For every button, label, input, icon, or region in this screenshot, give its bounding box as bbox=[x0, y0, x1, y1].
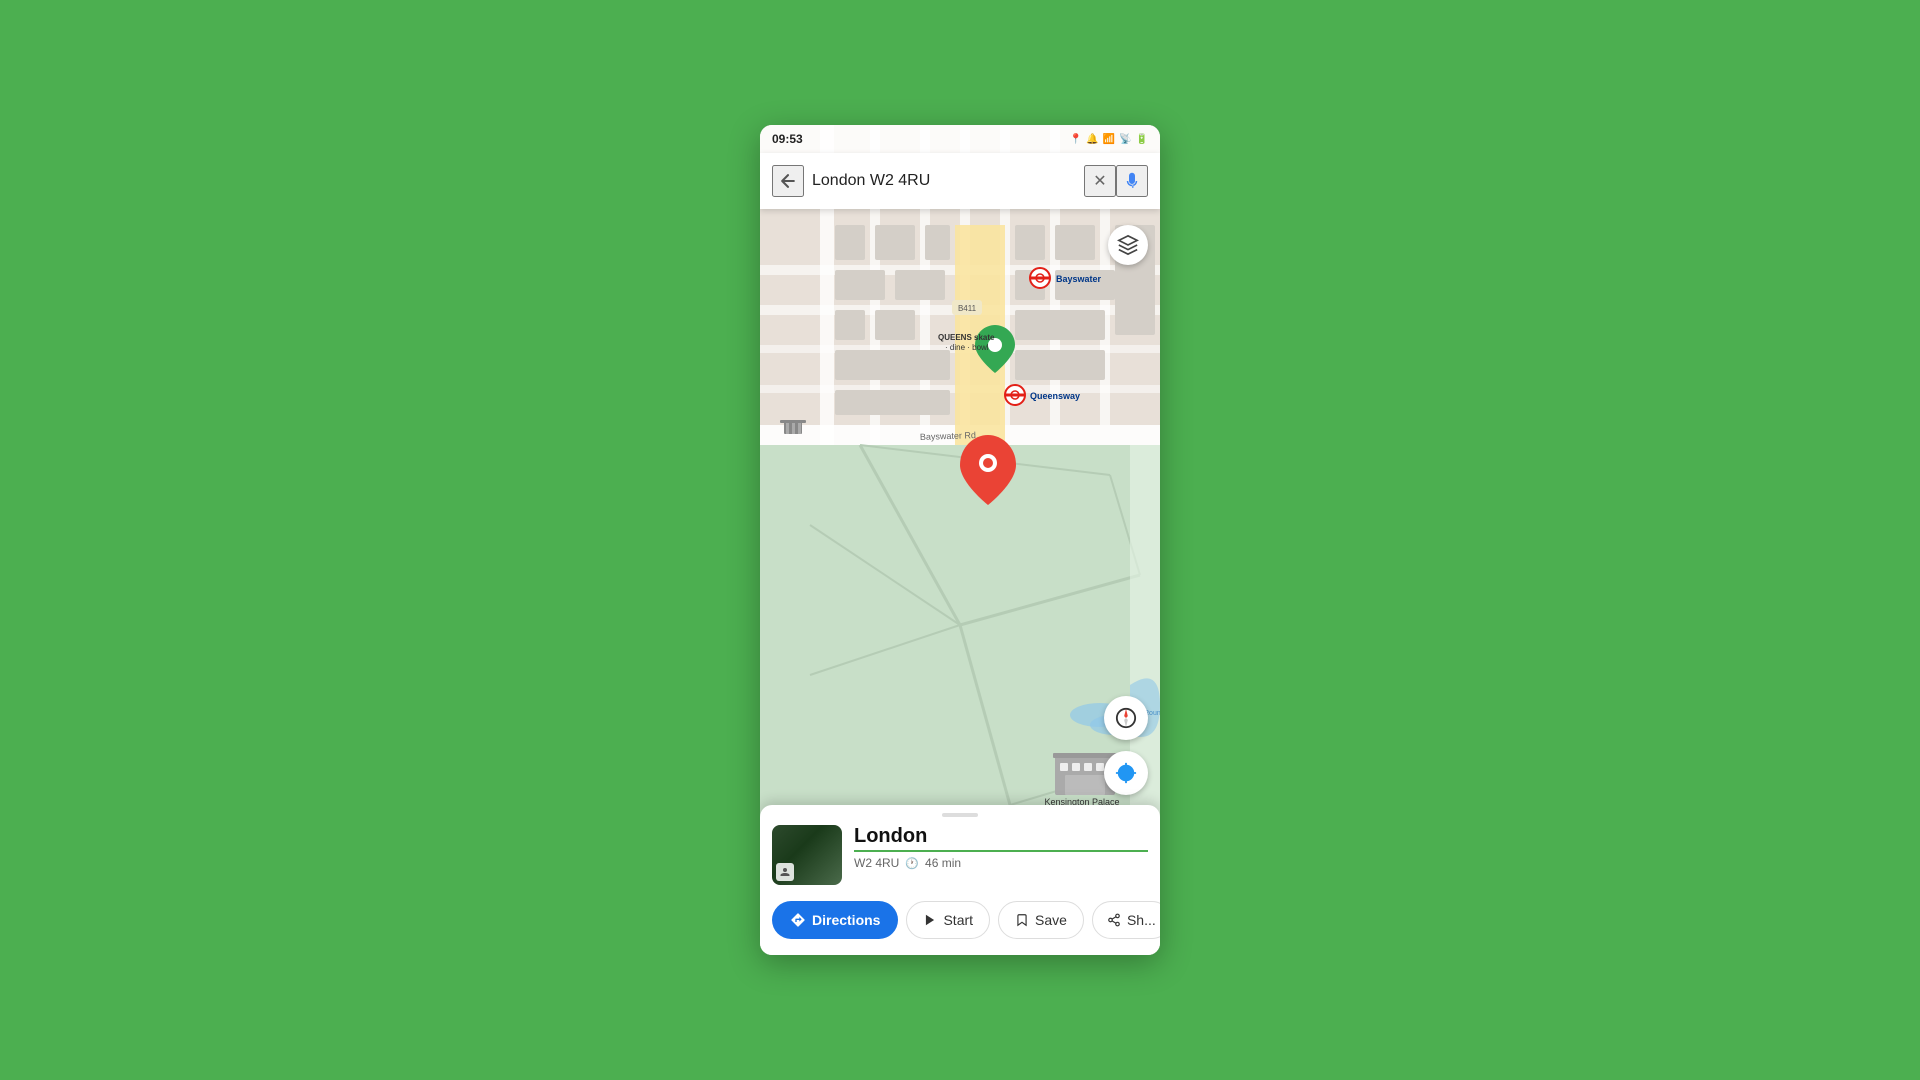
thumbnail-streetview-icon bbox=[776, 863, 794, 881]
compass-button[interactable] bbox=[1104, 696, 1148, 740]
svg-text:Bayswater Rd: Bayswater Rd bbox=[920, 430, 976, 442]
svg-text:QUEENS skate: QUEENS skate bbox=[938, 333, 995, 342]
save-label: Save bbox=[1035, 912, 1067, 928]
save-button[interactable]: Save bbox=[998, 901, 1084, 939]
search-bar: London W2 4RU ✕ bbox=[760, 153, 1160, 209]
place-name: London bbox=[854, 825, 1148, 852]
wifi-status-icon: 📶 bbox=[1103, 134, 1115, 145]
start-label: Start bbox=[943, 912, 973, 928]
share-label: Sh... bbox=[1127, 912, 1156, 928]
place-subtitle: W2 4RU bbox=[854, 856, 899, 870]
volume-status-icon: 🔔 bbox=[1086, 134, 1098, 145]
svg-text:B411: B411 bbox=[958, 304, 977, 313]
start-button[interactable]: Start bbox=[906, 901, 990, 939]
back-button[interactable] bbox=[772, 165, 804, 197]
status-time: 09:53 bbox=[772, 132, 803, 146]
search-query[interactable]: London W2 4RU bbox=[804, 172, 1084, 190]
action-buttons: Directions Start Save bbox=[760, 893, 1160, 955]
directions-button[interactable]: Directions bbox=[772, 901, 898, 939]
panel-content: London W2 4RU 🕐 46 min bbox=[760, 825, 1160, 893]
place-info: London W2 4RU 🕐 46 min bbox=[854, 825, 1148, 870]
location-status-icon: 📍 bbox=[1070, 134, 1082, 145]
directions-label: Directions bbox=[812, 912, 880, 928]
status-bar: 09:53 📍 🔔 📶 📡 🔋 bbox=[760, 125, 1160, 153]
signal-status-icon: 📡 bbox=[1119, 134, 1131, 145]
clock-icon: 🕐 bbox=[905, 857, 919, 870]
panel-handle bbox=[942, 813, 978, 817]
travel-time: 46 min bbox=[925, 856, 961, 870]
layer-button[interactable] bbox=[1108, 225, 1148, 265]
place-thumbnail[interactable] bbox=[772, 825, 842, 885]
svg-text:· dine · bowl: · dine · bowl bbox=[945, 343, 989, 352]
mic-button[interactable] bbox=[1116, 165, 1148, 197]
svg-text:Bayswater: Bayswater bbox=[1056, 274, 1102, 284]
my-location-button[interactable] bbox=[1104, 751, 1148, 795]
svg-text:Queensway: Queensway bbox=[1030, 391, 1080, 401]
place-details: W2 4RU 🕐 46 min bbox=[854, 856, 1148, 870]
battery-status-icon: 🔋 bbox=[1136, 134, 1148, 145]
clear-search-button[interactable]: ✕ bbox=[1084, 165, 1116, 197]
status-icons: 📍 🔔 📶 📡 🔋 bbox=[1070, 134, 1148, 145]
share-button[interactable]: Sh... bbox=[1092, 901, 1160, 939]
bottom-panel: London W2 4RU 🕐 46 min Directions Star bbox=[760, 805, 1160, 955]
